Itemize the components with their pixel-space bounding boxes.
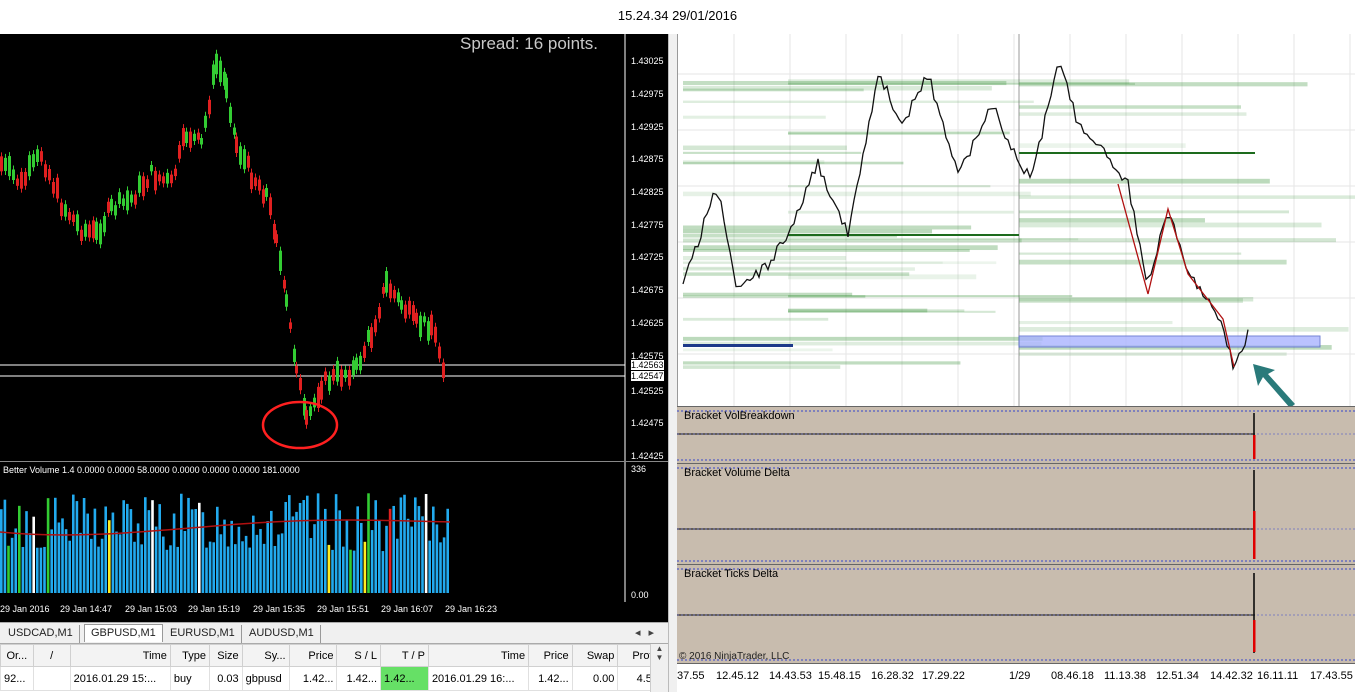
table-cell: 0.03 [209, 666, 243, 691]
column-header[interactable]: Swap [571, 644, 619, 667]
spread-label: Spread: 16 points. [460, 34, 598, 53]
price-label: 1.42425 [631, 451, 664, 461]
time-tick-label: 1/29 [1009, 670, 1031, 682]
panel-divider[interactable] [668, 34, 677, 692]
time-tick-label: 12.45.12 [716, 670, 759, 682]
tab-scroll-arrows[interactable]: ◂▸ [635, 626, 662, 639]
column-header[interactable]: Time [427, 644, 530, 667]
column-header[interactable]: S / L [336, 644, 382, 667]
price-label: 1.42875 [631, 154, 664, 164]
table-cell: 0.00 [571, 666, 619, 691]
tab-audusd[interactable]: AUDUSD,M1 [243, 625, 321, 643]
table-cell: buy [169, 666, 211, 691]
table-cell: 1.42... [528, 666, 573, 691]
table-cell: gbpusd [241, 666, 290, 691]
volume-scale-bottom: 0.00 [631, 590, 649, 600]
time-tick-label: 15.48.15 [818, 670, 861, 682]
time-tick-label: 16.11.11 [1257, 670, 1299, 682]
window-timestamp: 15.24.34 29/01/2016 [617, 8, 738, 23]
column-header[interactable]: T / P [380, 644, 429, 667]
chart-tabs: USDCAD,M1 GBPUSD,M1 EURUSD,M1 AUDUSD,M1 … [0, 622, 668, 644]
price-label: 1.42625 [631, 318, 664, 328]
column-header[interactable]: Time [69, 644, 171, 667]
time-tick-label: 29 Jan 15:51 [317, 604, 370, 614]
volume-delta-plot [677, 467, 1355, 562]
time-tick-label: 29 Jan 2016 [0, 604, 50, 614]
terminal-trade-table: Or... / Time Type Size Sy... Price S / LT / P Ti… [0, 644, 668, 692]
table-cell: 1.42... [288, 666, 338, 691]
indicator-ticks-delta[interactable]: Bracket Ticks Delta © 2016 NinjaTrader, … [677, 564, 1355, 663]
indicator-label: Bracket VolBreakdown [684, 410, 795, 422]
table-cell: 2016.01.29 15:... [69, 666, 171, 691]
indicator-vol-breakdown[interactable]: Bracket VolBreakdown [677, 406, 1355, 463]
price-label: 1.42547 [631, 371, 664, 381]
price-label: 1.42825 [631, 187, 664, 197]
volume-bars [0, 462, 626, 602]
indicator-label: Bracket Ticks Delta [684, 568, 779, 580]
column-header[interactable]: Or... [0, 644, 34, 667]
time-tick-label: 12.51.34 [1156, 670, 1199, 682]
time-tick-label: 29 Jan 15:03 [125, 604, 178, 614]
terminal-scrollbar[interactable]: ▲ ▼ [650, 644, 668, 692]
time-tick-label: 37.55 [677, 670, 705, 682]
price-label: 1.43025 [631, 56, 664, 66]
column-header[interactable]: Price [528, 644, 573, 667]
time-tick-label: 29 Jan 14:47 [60, 604, 113, 614]
ninja-time-axis: 37.55 12.45.12 14.43.53 15.48.15 16.28.32 17.… [677, 663, 1355, 692]
mt4-candles [0, 34, 626, 461]
time-tick-label: 29 Jan 15:35 [253, 604, 306, 614]
tab-eurusd[interactable]: EURUSD,M1 [164, 625, 242, 643]
time-tick-label: 16.28.32 [871, 670, 914, 682]
mt4-price-chart[interactable]: Spread: 16 points. 1.43025 1.42975 1.42925… [0, 34, 668, 461]
time-tick-label: 08.46.18 [1051, 670, 1094, 682]
time-tick-label: 17.29.22 [922, 670, 965, 682]
time-tick-label: 29 Jan 16:23 [445, 604, 498, 614]
ticks-delta-plot [677, 568, 1355, 661]
order-cell: 92... [0, 666, 34, 691]
price-label: 1.42975 [631, 89, 664, 99]
price-label: 1.42925 [631, 122, 664, 132]
indicator-label: Bracket Volume Delta [684, 467, 790, 479]
column-header[interactable]: Size [209, 644, 243, 667]
mt4-volume-panel[interactable]: Better Volume 1.4 0.0000 0.0000 58.0000 … [0, 461, 668, 602]
table-cell: 2016.01.29 16:... [427, 666, 530, 691]
table-cell [32, 666, 71, 691]
tab-gbpusd[interactable]: GBPUSD,M1 [84, 624, 163, 642]
price-label: 1.42725 [631, 252, 664, 262]
column-header[interactable]: Sy... [241, 644, 290, 667]
chevron-left-icon[interactable]: ◂ [635, 627, 649, 639]
price-label: 1.42775 [631, 220, 664, 230]
price-label: 1.42563 [631, 360, 664, 370]
price-label: 1.42675 [631, 285, 664, 295]
volume-indicator-label: Better Volume 1.4 0.0000 0.0000 58.0000 … [3, 465, 300, 475]
indicator-volume-delta[interactable]: Bracket Volume Delta [677, 463, 1355, 564]
ninja-price-chart[interactable] [677, 34, 1355, 406]
copyright: © 2016 NinjaTrader, LLC [679, 651, 790, 662]
table-row[interactable]: 92... 2016.01.29 15:... buy 0.03 gbpusd 1.42.… [0, 666, 662, 691]
time-tick-label: 29 Jan 16:07 [381, 604, 434, 614]
column-header[interactable]: Type [169, 644, 211, 667]
time-tick-label: 14.43.53 [769, 670, 812, 682]
chevron-right-icon[interactable]: ▸ [648, 627, 662, 639]
table-cell: 1.42... [336, 666, 382, 691]
price-label: 1.42475 [631, 418, 664, 428]
table-cell: 1.42... [380, 666, 429, 691]
time-tick-label: 29 Jan 15:19 [188, 604, 241, 614]
tab-usdcad[interactable]: USDCAD,M1 [2, 625, 80, 643]
mt4-time-axis: 29 Jan 2016 29 Jan 14:47 29 Jan 15:03 29 Ja… [0, 602, 668, 622]
volume-scale-top: 336 [631, 464, 647, 474]
time-tick-label: 11.13.38 [1104, 670, 1147, 682]
column-header[interactable]: / [32, 644, 71, 667]
table-header: Or... / Time Type Size Sy... Price S / LT / P Ti… [0, 644, 662, 667]
price-label: 1.42525 [631, 386, 664, 396]
time-tick-label: 14.42.32 [1210, 670, 1253, 682]
column-header[interactable]: Price [288, 644, 338, 667]
ninja-candles [678, 34, 1355, 406]
time-tick-label: 17.43.55 [1310, 670, 1353, 682]
